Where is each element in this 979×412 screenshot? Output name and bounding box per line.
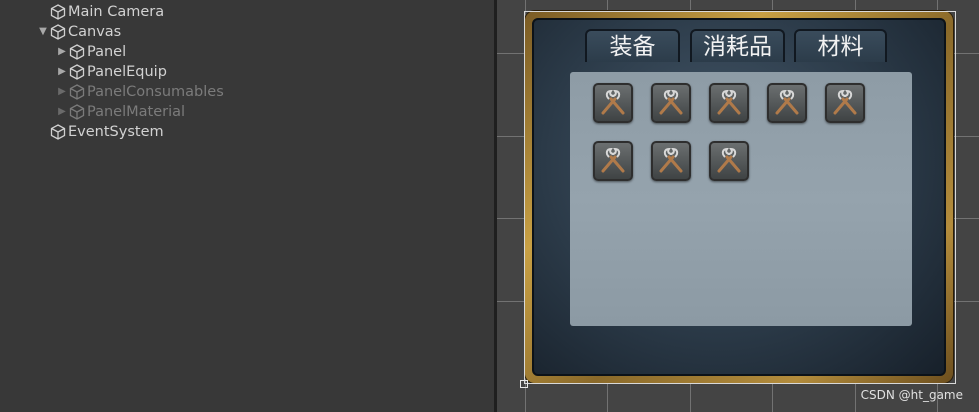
gameobject-cube-icon — [69, 62, 87, 82]
rect-transform-handle[interactable] — [520, 380, 528, 388]
hierarchy-item-panelmaterial[interactable]: ▶ PanelMaterial — [55, 102, 185, 122]
expander-arrow-right-icon[interactable]: ▶ — [55, 102, 69, 122]
watermark: CSDN @ht_game — [860, 388, 963, 402]
expander-arrow-right-icon[interactable]: ▶ — [55, 82, 69, 102]
hierarchy-item-canvas[interactable]: ▼ Canvas — [36, 22, 121, 42]
expander-arrow-right-icon[interactable]: ▶ — [55, 62, 69, 82]
gameobject-cube-icon — [69, 42, 87, 62]
hierarchy-item-label: Panel — [87, 44, 127, 60]
hierarchy-item-label: Main Camera — [68, 4, 165, 20]
hierarchy-item-label: EventSystem — [68, 124, 164, 140]
hierarchy-item-label: PanelConsumables — [87, 84, 224, 100]
hierarchy-item-label: Canvas — [68, 24, 122, 40]
gameobject-cube-icon — [69, 82, 87, 102]
hierarchy-item-panelequip[interactable]: ▶ PanelEquip — [55, 62, 167, 82]
hierarchy-item-eventsystem[interactable]: EventSystem — [36, 122, 164, 142]
hierarchy-item-main-camera[interactable]: Main Camera — [36, 2, 164, 22]
hierarchy-item-label: PanelMaterial — [87, 104, 186, 120]
scene-view[interactable]: 装备 消耗品 材料 — [497, 0, 979, 412]
expander-arrow-down-icon[interactable]: ▼ — [36, 22, 50, 42]
hierarchy-item-panel[interactable]: ▶ Panel — [55, 42, 126, 62]
gameobject-cube-icon — [69, 102, 87, 122]
gameobject-cube-icon — [50, 22, 68, 42]
hierarchy-item-label: PanelEquip — [87, 64, 167, 80]
gameobject-cube-icon — [50, 2, 68, 22]
hierarchy-panel: Main Camera ▼ Canvas ▶ Panel ▶ PanelEquip ▶… — [0, 0, 494, 412]
hierarchy-item-panelconsumables[interactable]: ▶ PanelConsumables — [55, 82, 224, 102]
gameobject-cube-icon — [50, 122, 68, 142]
expander-arrow-right-icon[interactable]: ▶ — [55, 42, 69, 62]
canvas-bounds-outline — [524, 11, 956, 384]
